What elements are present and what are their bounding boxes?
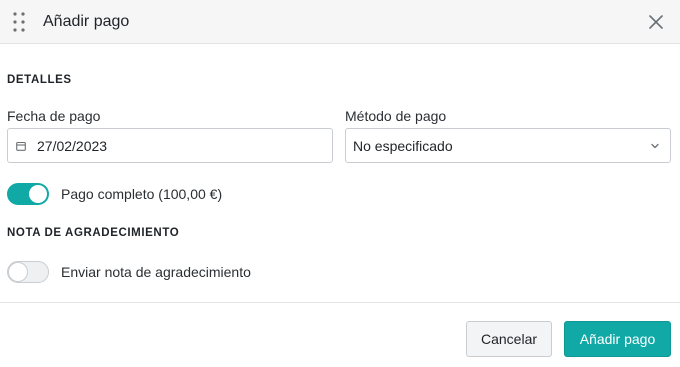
cancel-button[interactable]: Cancelar <box>466 321 552 357</box>
payment-method-value: No especificado <box>353 138 453 154</box>
full-payment-toggle[interactable] <box>7 183 49 205</box>
details-section-title: DETALLES <box>7 74 72 86</box>
toggle-knob <box>9 263 27 281</box>
thank-you-note-label: Enviar nota de agradecimiento <box>61 264 251 280</box>
add-payment-button[interactable]: Añadir pago <box>564 321 671 357</box>
drag-handle-icon[interactable] <box>13 12 25 32</box>
calendar-icon <box>16 141 26 151</box>
dialog-header: Añadir pago <box>0 0 680 44</box>
dialog-title: Añadir pago <box>43 13 130 30</box>
thank-you-note-toggle[interactable] <box>7 261 49 283</box>
close-icon[interactable] <box>646 12 666 32</box>
add-payment-dialog: Añadir pago DETALLES Fecha de pago 27/02… <box>0 0 680 367</box>
footer-divider <box>0 302 680 303</box>
thanks-section-title: NOTA DE AGRADECIMIENTO <box>7 227 180 239</box>
payment-date-input[interactable]: 27/02/2023 <box>7 128 333 163</box>
payment-date-label: Fecha de pago <box>7 108 101 124</box>
payment-date-value: 27/02/2023 <box>37 138 108 154</box>
toggle-knob <box>29 185 47 203</box>
payment-method-label: Método de pago <box>345 108 447 124</box>
full-payment-label: Pago completo (100,00 €) <box>61 186 223 202</box>
chevron-down-icon <box>651 143 659 149</box>
payment-method-select[interactable]: No especificado <box>345 128 671 163</box>
